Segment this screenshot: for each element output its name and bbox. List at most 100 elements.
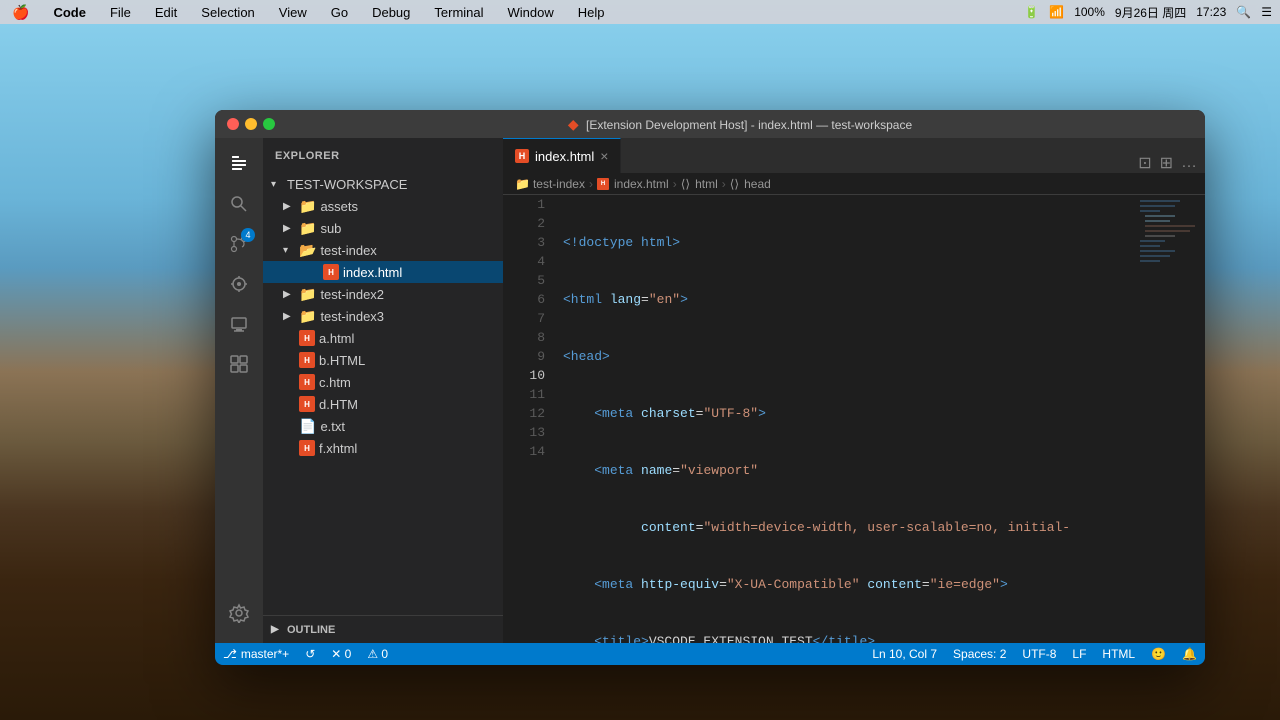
txt-file-icon: 📄 (299, 418, 316, 435)
vscode-window: ◆ [Extension Development Host] - index.h… (215, 110, 1205, 665)
editor-scrollbar[interactable] (1195, 195, 1205, 643)
file-label: a.html (319, 331, 354, 346)
line-num-5: 5 (503, 271, 545, 290)
html-file-icon: H (299, 330, 315, 346)
sidebar-item-sub[interactable]: ▶ 📁 sub (263, 217, 503, 239)
sync-icon: ↺ (305, 647, 315, 661)
status-position[interactable]: Ln 10, Col 7 (864, 643, 945, 665)
status-encoding[interactable]: UTF-8 (1014, 643, 1064, 665)
activity-debug[interactable] (221, 266, 257, 302)
minimize-button[interactable] (245, 118, 257, 130)
menu-go[interactable]: Go (327, 3, 352, 22)
workspace-label: TEST-WORKSPACE (287, 177, 407, 192)
split-editor-icon[interactable]: ⊡ (1138, 153, 1151, 173)
folder-icon: 📁 (299, 308, 316, 325)
battery-icon: 🔋 (1024, 5, 1039, 19)
activity-source-control[interactable]: 4 (221, 226, 257, 262)
workspace-root[interactable]: ▾ TEST-WORKSPACE (263, 173, 503, 195)
sidebar-tree: ▾ TEST-WORKSPACE ▶ 📁 assets ▶ 📁 sub (263, 173, 503, 615)
notification-icon[interactable]: ☰ (1261, 5, 1272, 19)
menu-terminal[interactable]: Terminal (430, 3, 487, 22)
line-num-13: 13 (503, 423, 545, 442)
main-layout: 4 (215, 138, 1205, 643)
menu-code[interactable]: Code (49, 3, 90, 22)
sidebar-item-test-index3[interactable]: ▶ 📁 test-index3 (263, 305, 503, 327)
apple-menu[interactable]: 🍎 (8, 2, 33, 23)
title-bar: ◆ [Extension Development Host] - index.h… (215, 110, 1205, 138)
code-editor[interactable]: <!doctype html> <html lang="en"> <head> … (553, 195, 1135, 643)
status-language[interactable]: HTML (1094, 643, 1143, 665)
eol-text: LF (1072, 647, 1086, 661)
menubar-left: 🍎 Code File Edit Selection View Go Debug… (8, 2, 609, 23)
breadcrumb-sep: › (673, 177, 677, 191)
more-actions-icon[interactable]: … (1181, 154, 1197, 172)
menu-edit[interactable]: Edit (151, 3, 181, 22)
battery-percent: 100% (1074, 5, 1105, 19)
sidebar-item-assets[interactable]: ▶ 📁 assets (263, 195, 503, 217)
folder-open-icon: 📂 (299, 242, 316, 259)
activity-bar: 4 (215, 138, 263, 643)
status-eol[interactable]: LF (1064, 643, 1094, 665)
sidebar-item-d-htm[interactable]: ▶ H d.HTM (263, 393, 503, 415)
activity-extensions[interactable] (221, 346, 257, 382)
folder-icon: 📁 (299, 220, 316, 237)
editor-content[interactable]: 1 2 3 4 5 6 7 8 9 10 11 12 13 14 (503, 195, 1205, 643)
sidebar-item-index-html[interactable]: ▶ H index.html (263, 261, 503, 283)
tab-index-html[interactable]: H index.html × (503, 138, 621, 173)
status-warnings[interactable]: ⚠ 0 (359, 643, 396, 665)
code-line-5: <meta name="viewport" (563, 461, 1135, 480)
menu-file[interactable]: File (106, 3, 135, 22)
status-errors[interactable]: ✕ 0 (323, 643, 359, 665)
breadcrumb-file-icon: H (597, 178, 609, 190)
sidebar-item-e-txt[interactable]: ▶ 📄 e.txt (263, 415, 503, 437)
maximize-button[interactable] (263, 118, 275, 130)
menu-debug[interactable]: Debug (368, 3, 414, 22)
tab-close-button[interactable]: × (600, 149, 608, 163)
code-line-2: <html lang="en"> (563, 290, 1135, 309)
menu-selection[interactable]: Selection (197, 3, 258, 22)
line-num-14: 14 (503, 442, 545, 461)
menu-window[interactable]: Window (504, 3, 558, 22)
sidebar-item-test-index2[interactable]: ▶ 📁 test-index2 (263, 283, 503, 305)
layout-icon[interactable]: ⊞ (1160, 153, 1173, 173)
status-sync[interactable]: ↺ (297, 643, 323, 665)
line-num-6: 6 (503, 290, 545, 309)
code-line-1: <!doctype html> (563, 233, 1135, 252)
status-branch[interactable]: ⎇ master*+ (215, 643, 297, 665)
menu-view[interactable]: View (275, 3, 311, 22)
time: 17:23 (1196, 5, 1226, 19)
folder-arrow: ▶ (283, 311, 299, 322)
language-text: HTML (1102, 647, 1135, 661)
activity-remote[interactable] (221, 306, 257, 342)
sidebar-item-a-html[interactable]: ▶ H a.html (263, 327, 503, 349)
sidebar-item-b-html[interactable]: ▶ H b.HTML (263, 349, 503, 371)
folder-label: assets (320, 199, 358, 214)
status-spaces[interactable]: Spaces: 2 (945, 643, 1014, 665)
outline-section[interactable]: ▶ OUTLINE (263, 615, 503, 643)
breadcrumb-head[interactable]: ⟨⟩ head (730, 177, 771, 191)
search-icon[interactable]: 🔍 (1236, 5, 1251, 19)
status-emoji[interactable]: 🙂 (1143, 643, 1174, 665)
desktop: 🍎 Code File Edit Selection View Go Debug… (0, 0, 1280, 720)
encoding-text: UTF-8 (1022, 647, 1056, 661)
breadcrumb-file[interactable]: H index.html (597, 177, 669, 191)
sidebar-item-f-xhtml[interactable]: ▶ H f.xhtml (263, 437, 503, 459)
breadcrumb-html[interactable]: ⟨⟩ html (681, 177, 718, 191)
datetime: 9月26日 周四 (1115, 4, 1186, 21)
activity-settings[interactable] (221, 595, 257, 631)
status-notification[interactable]: 🔔 (1174, 643, 1205, 665)
tab-html-icon: H (515, 149, 529, 163)
breadcrumb-folder-icon: 📁 (515, 177, 530, 191)
sidebar-item-c-htm[interactable]: ▶ H c.htm (263, 371, 503, 393)
html-file-icon: H (299, 440, 315, 456)
sidebar-item-test-index[interactable]: ▾ 📂 test-index (263, 239, 503, 261)
breadcrumb-sep: › (589, 177, 593, 191)
breadcrumb-label: test-index (533, 177, 585, 191)
git-branch-icon: ⎇ (223, 647, 237, 661)
menu-help[interactable]: Help (574, 3, 609, 22)
line-num-1: 1 (503, 195, 545, 214)
activity-search[interactable] (221, 186, 257, 222)
breadcrumb-workspace[interactable]: 📁 test-index (515, 177, 585, 191)
close-button[interactable] (227, 118, 239, 130)
activity-explorer[interactable] (221, 146, 257, 182)
